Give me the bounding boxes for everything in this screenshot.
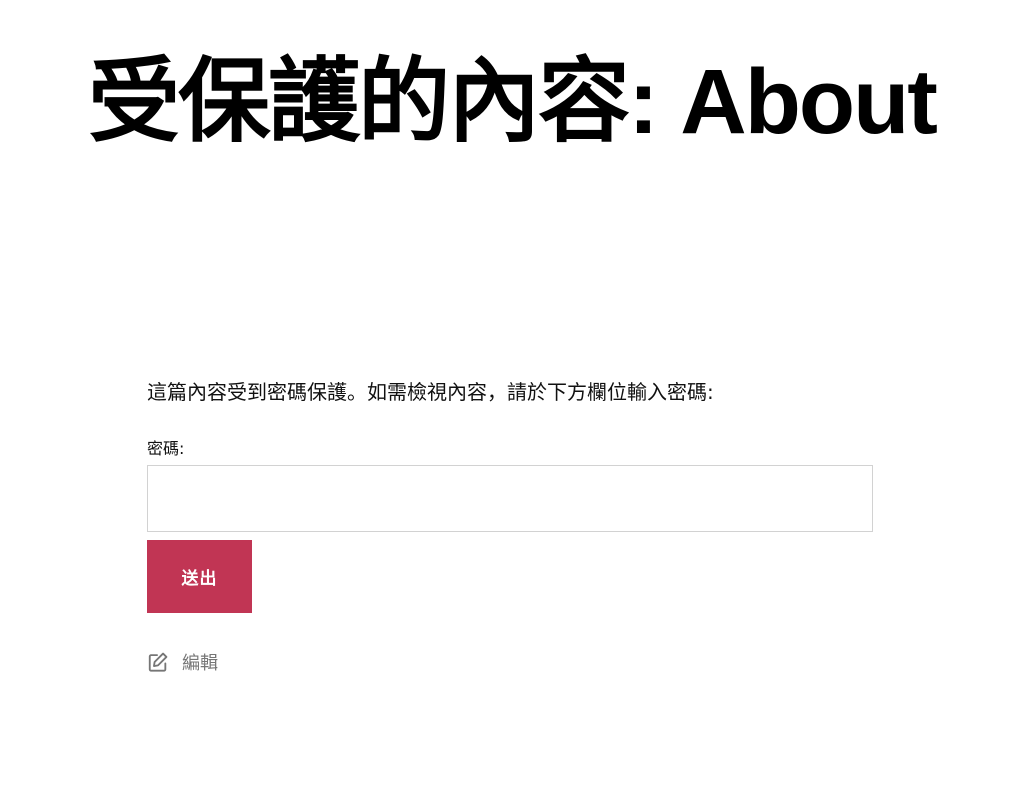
edit-icon bbox=[147, 651, 169, 673]
edit-link[interactable]: 編輯 bbox=[147, 649, 218, 675]
password-label: 密碼: bbox=[147, 439, 185, 458]
edit-link-label: 編輯 bbox=[182, 653, 218, 674]
page: 受保護的內容: About 這篇內容受到密碼保護。如需檢視內容，請於下方欄位輸入… bbox=[0, 0, 1024, 794]
password-form: 這篇內容受到密碼保護。如需檢視內容，請於下方欄位輸入密碼: 密碼: 送出 編輯 bbox=[147, 374, 873, 675]
submit-button[interactable]: 送出 bbox=[147, 540, 252, 613]
password-input[interactable] bbox=[147, 465, 873, 532]
password-notice: 這篇內容受到密碼保護。如需檢視內容，請於下方欄位輸入密碼: bbox=[147, 380, 714, 404]
page-title: 受保護的內容: About bbox=[88, 51, 938, 153]
